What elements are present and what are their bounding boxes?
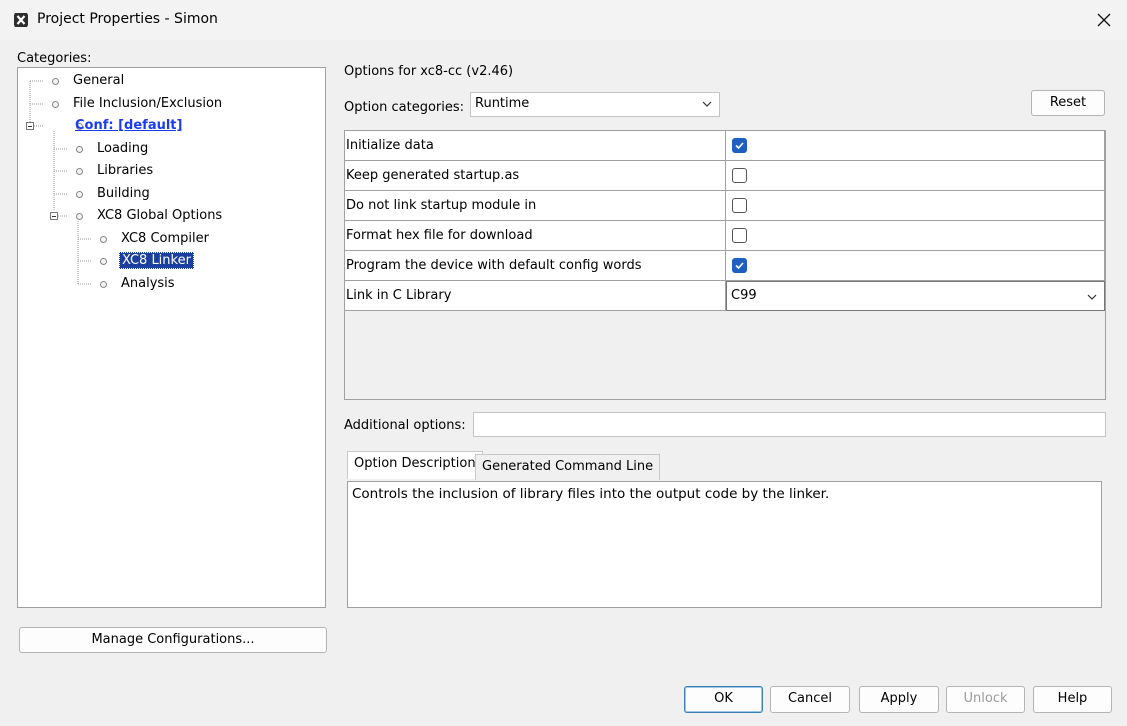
manage-configurations-button[interactable]: Manage Configurations... xyxy=(19,627,327,653)
option-name: Format hex file for download xyxy=(345,221,726,251)
close-icon xyxy=(1097,13,1111,27)
option-value-cell[interactable] xyxy=(726,251,1105,281)
description-panel: Controls the inclusion of library files … xyxy=(347,481,1102,608)
categories-label: Categories: xyxy=(17,51,92,66)
node-bullet-icon xyxy=(100,281,107,288)
option-name: Link in C Library xyxy=(345,281,726,311)
tree-item-label: General xyxy=(73,73,125,88)
title-bar: Project Properties - Simon xyxy=(0,0,1127,40)
additional-options-input[interactable] xyxy=(473,412,1106,437)
tab-option-description[interactable]: Option Description xyxy=(347,451,483,479)
table-row: Program the device with default config w… xyxy=(345,251,1105,281)
option-value-cell[interactable] xyxy=(726,221,1105,251)
categories-tree[interactable]: General File Inclusion/Exclusion Conf: [… xyxy=(17,67,326,608)
chevron-down-icon[interactable] xyxy=(1086,291,1098,303)
close-button[interactable] xyxy=(1081,0,1127,40)
chevron-down-icon xyxy=(702,101,712,107)
node-bullet-icon xyxy=(76,213,83,220)
tree-item-xc8-linker[interactable]: XC8 Linker xyxy=(119,251,194,271)
node-bullet-icon xyxy=(76,168,83,175)
node-bullet-icon xyxy=(52,78,59,85)
tree-item-label: XC8 Linker xyxy=(119,252,194,269)
tree-item-label: XC8 Global Options xyxy=(97,208,223,223)
tree-item-label: Analysis xyxy=(121,276,175,291)
tree-item-label: Loading xyxy=(97,141,149,156)
tree-item-label: File Inclusion/Exclusion xyxy=(73,96,223,111)
options-header: Options for xc8-cc (v2.46) xyxy=(344,64,514,79)
checkbox-format-hex[interactable] xyxy=(732,228,747,243)
checkbox-keep-startup[interactable] xyxy=(732,168,747,183)
ok-button[interactable]: OK xyxy=(684,686,763,713)
node-bullet-icon xyxy=(76,146,83,153)
node-bullet-icon xyxy=(100,258,107,265)
tree-item-xc8-global-options[interactable]: XC8 Global Options xyxy=(97,206,222,226)
checkmark-icon xyxy=(735,142,744,150)
help-button[interactable]: Help xyxy=(1033,686,1112,713)
option-categories-value: Runtime xyxy=(475,96,530,111)
option-name: Initialize data xyxy=(345,131,726,161)
tree-item-label: XC8 Compiler xyxy=(121,231,209,246)
table-row: Initialize data xyxy=(345,131,1105,161)
tree-item-building[interactable]: Building xyxy=(97,184,150,204)
tab-generated-command-line[interactable]: Generated Command Line xyxy=(475,454,661,480)
option-name: Do not link startup module in xyxy=(345,191,726,221)
apply-button[interactable]: Apply xyxy=(859,686,939,713)
collapse-icon[interactable] xyxy=(50,212,58,220)
option-value-cell[interactable] xyxy=(726,131,1105,161)
option-name: Keep generated startup.as xyxy=(345,161,726,191)
option-name: Program the device with default config w… xyxy=(345,251,726,281)
collapse-icon[interactable] xyxy=(26,122,34,130)
table-row: Do not link startup module in xyxy=(345,191,1105,221)
additional-options-label: Additional options: xyxy=(344,418,466,433)
option-value-cell[interactable]: C99 xyxy=(726,281,1105,311)
cancel-button[interactable]: Cancel xyxy=(770,686,850,713)
tree-item-loading[interactable]: Loading xyxy=(97,139,148,159)
unlock-button: Unlock xyxy=(946,686,1025,713)
checkmark-icon xyxy=(735,262,744,270)
tree-item-conf-default[interactable]: Conf: [default] xyxy=(75,116,182,136)
table-row: Keep generated startup.as xyxy=(345,161,1105,191)
checkbox-initialize-data[interactable] xyxy=(732,138,747,153)
checkbox-default-config-words[interactable] xyxy=(732,258,747,273)
option-value-cell[interactable] xyxy=(726,161,1105,191)
checkbox-no-link-startup[interactable] xyxy=(732,198,747,213)
table-row: Format hex file for download xyxy=(345,221,1105,251)
options-grid: Initialize data Keep generated startup.a… xyxy=(344,130,1106,400)
option-value-cell[interactable] xyxy=(726,191,1105,221)
node-bullet-icon xyxy=(76,191,83,198)
tree-item-label: Conf: [default] xyxy=(75,118,183,133)
option-categories-select[interactable]: Runtime xyxy=(470,92,720,117)
tree-item-label: Libraries xyxy=(97,163,154,178)
tree-item-analysis[interactable]: Analysis xyxy=(121,274,175,294)
window-title: Project Properties - Simon xyxy=(37,11,218,27)
option-description-text: Controls the inclusion of library files … xyxy=(352,486,830,502)
tree-item-libraries[interactable]: Libraries xyxy=(97,161,153,181)
tree-item-file-inclusion[interactable]: File Inclusion/Exclusion xyxy=(73,94,222,114)
reset-button[interactable]: Reset xyxy=(1031,90,1105,116)
mplab-x-icon xyxy=(14,13,28,27)
tree-item-label: Building xyxy=(97,186,150,201)
table-row: Link in C Library C99 xyxy=(345,281,1105,311)
node-bullet-icon xyxy=(52,101,59,108)
c-library-select-value: C99 xyxy=(731,288,757,303)
node-bullet-icon xyxy=(100,236,107,243)
tree-item-general[interactable]: General xyxy=(73,71,124,91)
option-categories-label: Option categories: xyxy=(344,100,465,115)
tree-item-xc8-compiler[interactable]: XC8 Compiler xyxy=(121,229,209,249)
